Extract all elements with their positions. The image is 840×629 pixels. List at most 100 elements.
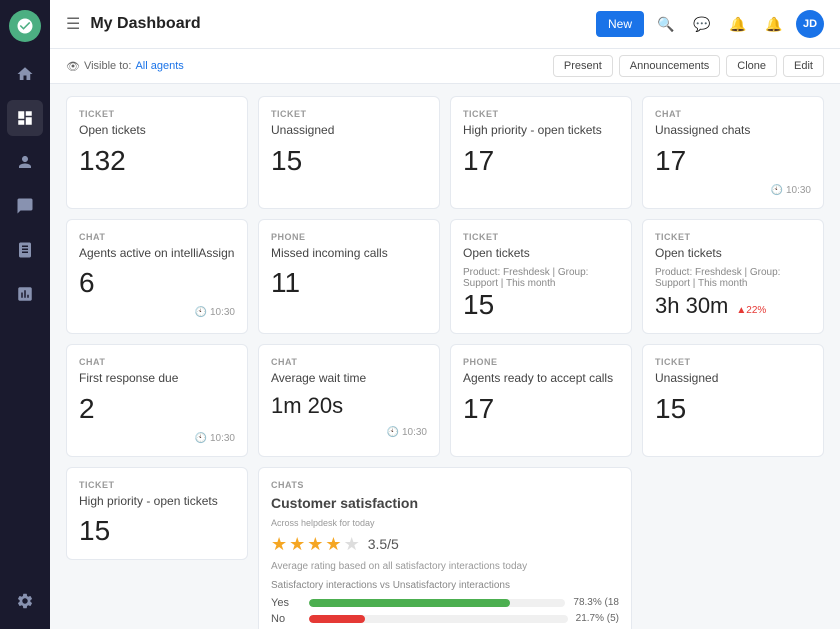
- chat-icon[interactable]: 💬: [688, 10, 716, 38]
- card-type: PHONE: [271, 232, 427, 242]
- card-type: TICKET: [463, 232, 619, 242]
- no-value: 21.7% (5): [576, 613, 619, 624]
- yes-bar-track: [309, 599, 565, 607]
- clock-icon: 🕙: [195, 307, 207, 318]
- sidebar-item-tickets[interactable]: [7, 188, 43, 224]
- card-label: High priority - open tickets: [79, 494, 235, 510]
- card-value: 15: [271, 145, 427, 177]
- no-label: No: [271, 613, 301, 625]
- avg-wait-card: CHAT Average wait time 1m 20s 🕙 10:30: [258, 344, 440, 457]
- card-type: CHAT: [79, 232, 235, 242]
- star-5: ★: [344, 534, 360, 555]
- sidebar-item-settings[interactable]: [7, 583, 43, 619]
- card-footer: 🕙 10:30: [271, 427, 427, 438]
- card-label: Agents active on intelliAssign: [79, 246, 235, 262]
- trend-indicator: ▲ 22%: [736, 305, 766, 316]
- clock-icon: 🕙: [195, 433, 207, 444]
- card-meta: Product: Freshdesk | Group: Support | Th…: [463, 267, 619, 289]
- sidebar-item-knowledge[interactable]: [7, 232, 43, 268]
- card-type: CHATS: [271, 480, 619, 490]
- card-value: 15: [655, 393, 811, 425]
- card-type: TICKET: [655, 357, 811, 367]
- card-type: CHAT: [271, 357, 427, 367]
- present-button[interactable]: Present: [553, 55, 613, 77]
- search-icon[interactable]: 🔍: [652, 10, 680, 38]
- card-label: First response due: [79, 371, 235, 387]
- card-value: 132: [79, 145, 235, 177]
- card-label: Open tickets: [655, 246, 811, 262]
- clone-button[interactable]: Clone: [726, 55, 777, 77]
- header-right: New 🔍 💬 🔔 🔔 JD: [596, 10, 824, 38]
- card-type: CHAT: [655, 109, 811, 119]
- page-title: My Dashboard: [90, 15, 200, 33]
- high-priority-card-2: TICKET High priority - open tickets 15: [66, 467, 248, 561]
- yes-bar-fill: [309, 599, 510, 607]
- card-value: 17: [463, 145, 619, 177]
- card-label: Unassigned chats: [655, 123, 811, 139]
- header: ☰ My Dashboard New 🔍 💬 🔔 🔔 JD: [50, 0, 840, 49]
- card-value: 2: [79, 393, 235, 425]
- open-tickets-3h-card: TICKET Open tickets Product: Freshdesk |…: [642, 219, 824, 335]
- card-label: Unassigned: [271, 123, 427, 139]
- sidebar-item-home[interactable]: [7, 56, 43, 92]
- card-value: 15: [463, 289, 619, 321]
- rating-value: 3.5/5: [368, 536, 399, 552]
- card-footer: 🕙 10:30: [79, 433, 235, 444]
- sidebar-item-dashboard[interactable]: [7, 100, 43, 136]
- card-meta: Product: Freshdesk | Group: Support | Th…: [655, 267, 811, 289]
- card-sublabel: Across helpdesk for today: [271, 518, 619, 528]
- card-value: 3h 30m: [655, 293, 728, 319]
- open-tickets-card-1: TICKET Open tickets 132: [66, 96, 248, 209]
- bell-icon[interactable]: 🔔: [724, 10, 752, 38]
- no-bar-fill: [309, 615, 365, 623]
- header-actions: 🔍 💬 🔔 🔔 JD: [652, 10, 824, 38]
- agents-active-card: CHAT Agents active on intelliAssign 6 🕙 …: [66, 219, 248, 335]
- yes-label: Yes: [271, 597, 301, 609]
- clock-icon: 🕙: [771, 185, 783, 196]
- sidebar-item-reports[interactable]: [7, 276, 43, 312]
- missed-calls-card: PHONE Missed incoming calls 11: [258, 219, 440, 335]
- card-footer: 🕙 10:30: [79, 307, 235, 318]
- visibility-label: 👁 Visible to: All agents: [66, 60, 184, 73]
- card-label: Unassigned: [655, 371, 811, 387]
- yes-value: 78.3% (18: [573, 597, 619, 608]
- card-value: 17: [655, 145, 811, 177]
- sidebar-item-contacts[interactable]: [7, 144, 43, 180]
- card-value: 6: [79, 267, 235, 299]
- card-label: Agents ready to accept calls: [463, 371, 619, 387]
- first-response-card: CHAT First response due 2 🕙 10:30: [66, 344, 248, 457]
- announcements-button[interactable]: Announcements: [619, 55, 721, 77]
- card-value: 11: [271, 267, 427, 299]
- edit-button[interactable]: Edit: [783, 55, 824, 77]
- no-bar-track: [309, 615, 568, 623]
- yes-bar-row: Yes 78.3% (18: [271, 597, 619, 609]
- subheader-actions: Present Announcements Clone Edit: [553, 55, 824, 77]
- card-type: TICKET: [79, 480, 235, 490]
- card-value: 17: [463, 393, 619, 425]
- star-4: ★: [325, 534, 341, 555]
- card-type: PHONE: [463, 357, 619, 367]
- notification-icon[interactable]: 🔔: [760, 10, 788, 38]
- card-label: High priority - open tickets: [463, 123, 619, 139]
- card-type: TICKET: [655, 232, 811, 242]
- star-3: ★: [307, 534, 323, 555]
- rating-stars: ★ ★ ★ ★ ★ 3.5/5: [271, 534, 619, 555]
- card-value: 1m 20s: [271, 393, 427, 419]
- menu-icon[interactable]: ☰: [66, 14, 80, 34]
- card-value: 15: [79, 515, 235, 547]
- app-logo: [9, 10, 41, 42]
- unassigned-chats-card: CHAT Unassigned chats 17 🕙 10:30: [642, 96, 824, 209]
- card-footer: 🕙 10:30: [655, 185, 811, 196]
- interactions-label: Satisfactory interactions vs Unsatisfact…: [271, 580, 619, 591]
- open-tickets-card-2: TICKET Open tickets Product: Freshdesk |…: [450, 219, 632, 335]
- user-avatar[interactable]: JD: [796, 10, 824, 38]
- card-type: CHAT: [79, 357, 235, 367]
- clock-icon: 🕙: [387, 427, 399, 438]
- header-left: ☰ My Dashboard: [66, 14, 201, 34]
- sidebar: [0, 0, 50, 629]
- unassigned-card-1: TICKET Unassigned 15: [258, 96, 440, 209]
- new-button[interactable]: New: [596, 11, 644, 37]
- csat-chat-card: CHATS Customer satisfaction Across helpd…: [258, 467, 632, 629]
- card-label: Open tickets: [463, 246, 619, 262]
- subheader: 👁 Visible to: All agents Present Announc…: [50, 49, 840, 84]
